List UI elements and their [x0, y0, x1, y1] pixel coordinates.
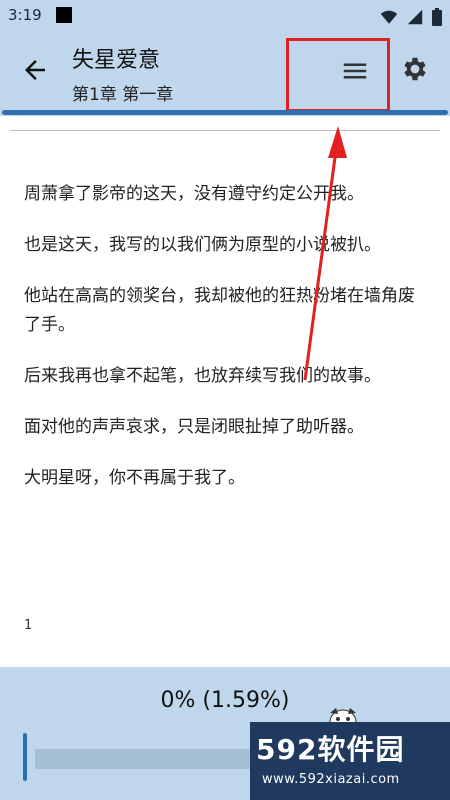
watermark-logo: 592软件园 [256, 733, 405, 766]
watermark-url: www.592xiazai.com [262, 772, 400, 787]
watermark: 592软件园 www.592xiazai.com [250, 722, 450, 800]
progress-slider-thumb[interactable] [23, 733, 27, 781]
progress-text: 0% (1.59%) [160, 688, 290, 713]
